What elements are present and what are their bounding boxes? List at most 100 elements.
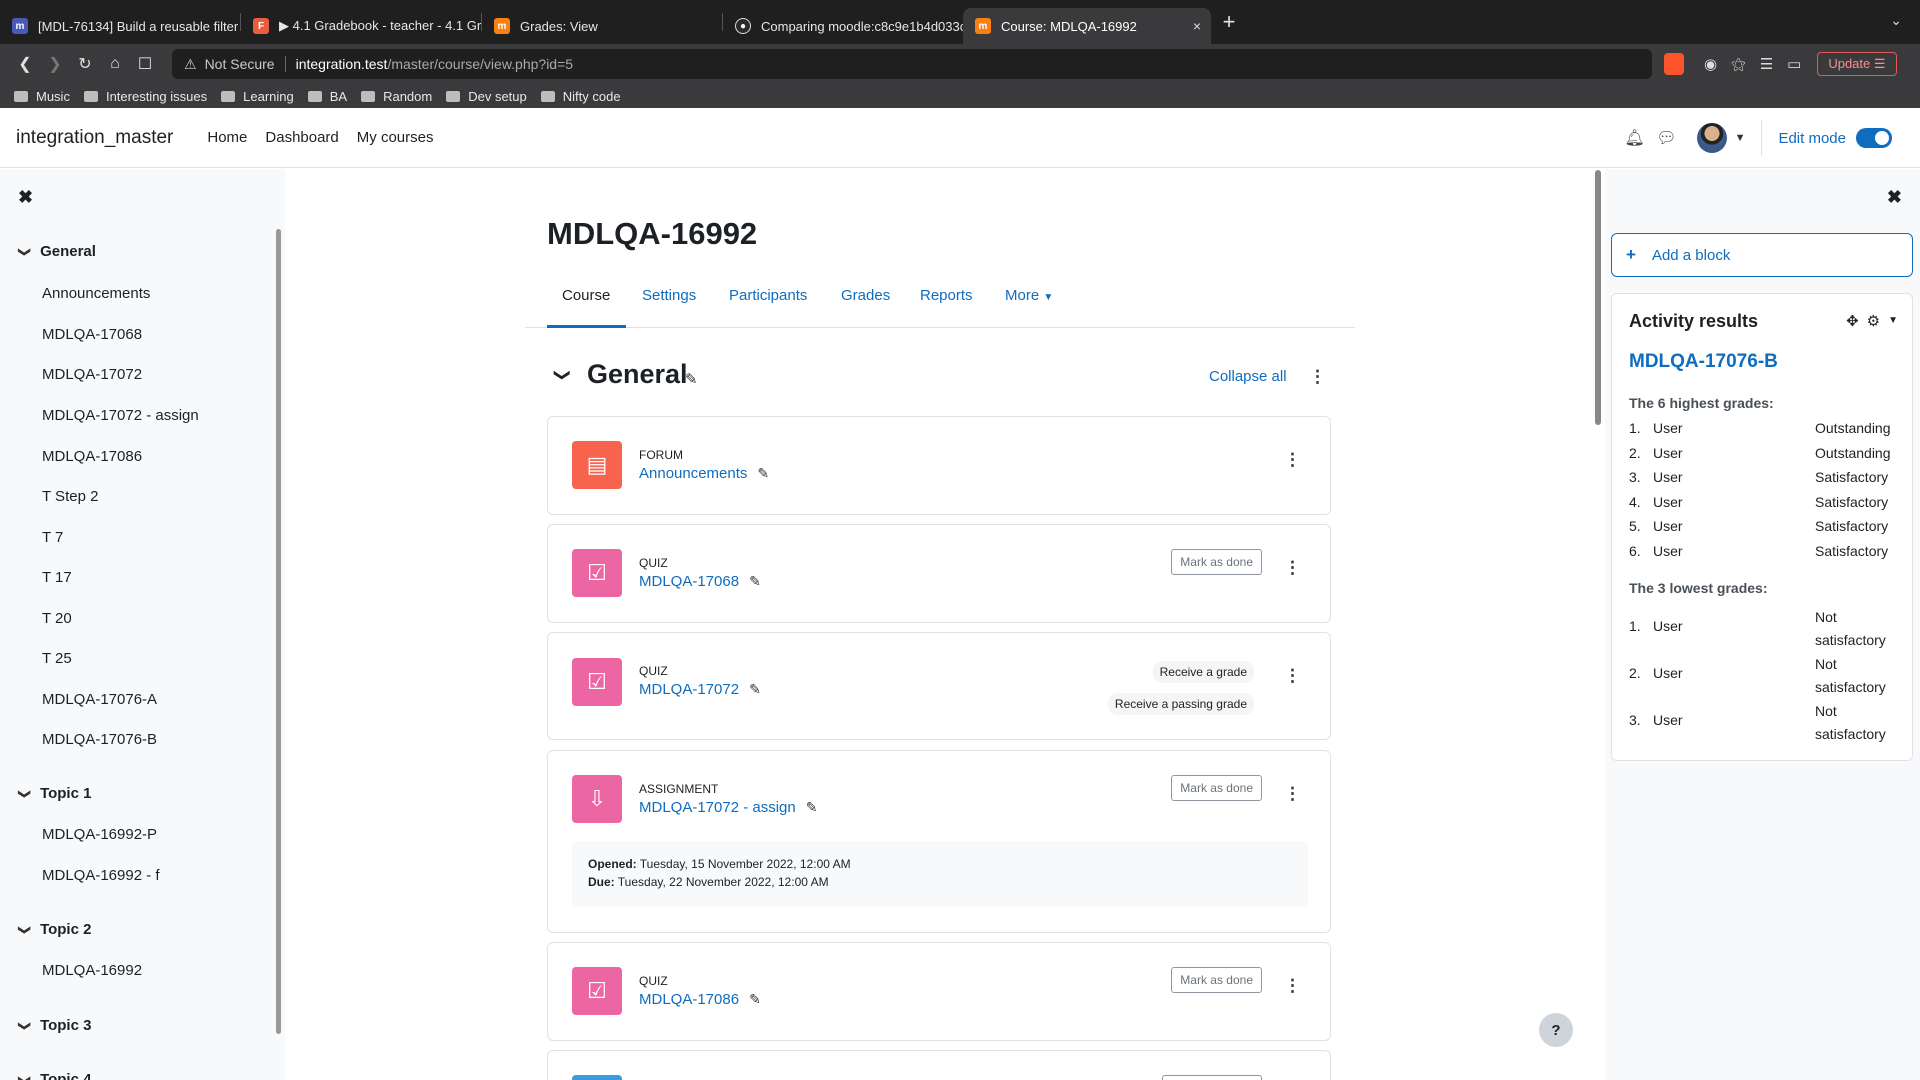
- add-block-button[interactable]: + Add a block: [1611, 233, 1913, 277]
- tab-course[interactable]: Course: [562, 287, 610, 304]
- bookmark-folder[interactable]: BA: [307, 89, 347, 104]
- bookmark-folder[interactable]: Dev setup: [446, 89, 527, 104]
- nav-home[interactable]: Home: [207, 129, 247, 146]
- activity-link[interactable]: MDLQA-17072 ✎: [639, 681, 761, 698]
- edit-pencil-icon[interactable]: ✎: [757, 465, 769, 482]
- index-item[interactable]: T 25: [42, 650, 72, 667]
- edit-mode-toggle[interactable]: [1856, 128, 1892, 148]
- edit-pencil-icon[interactable]: ✎: [806, 799, 818, 816]
- bookmark-folder[interactable]: Interesting issues: [83, 89, 207, 104]
- user-avatar[interactable]: [1696, 123, 1727, 153]
- bookmark-folder[interactable]: Learning: [221, 89, 294, 104]
- drawer-scrollbar[interactable]: [276, 229, 281, 1034]
- edit-pencil-icon[interactable]: ✎: [749, 573, 761, 590]
- collapse-all-link[interactable]: Collapse all: [1209, 368, 1287, 385]
- extensions-icon[interactable]: ⚝: [1731, 56, 1746, 73]
- activity-link[interactable]: MDLQA-17068 ✎: [639, 573, 761, 590]
- mark-as-done-button[interactable]: Mark as done: [1171, 775, 1262, 801]
- browser-tab-active[interactable]: m Course: MDLQA-16992 ×: [963, 8, 1211, 44]
- user-menu-chevron-icon[interactable]: ▼: [1735, 132, 1746, 144]
- bookmark-folder[interactable]: Nifty code: [540, 89, 621, 104]
- home-icon[interactable]: ⌂: [100, 49, 130, 79]
- index-item[interactable]: MDLQA-16992-P: [42, 826, 157, 843]
- chevron-down-icon[interactable]: ▼: [1888, 312, 1898, 330]
- index-item[interactable]: T 20: [42, 610, 72, 627]
- mark-as-done-button[interactable]: Mark as done: [1171, 967, 1262, 993]
- browser-tab[interactable]: m Grades: View: [482, 8, 722, 44]
- activity-actions-kebab-icon[interactable]: ⋮: [1284, 785, 1301, 802]
- index-item[interactable]: MDLQA-17068: [42, 326, 142, 343]
- index-section-topic-3[interactable]: ❯ Topic 3: [18, 1017, 91, 1034]
- move-icon[interactable]: ✥: [1846, 312, 1859, 330]
- index-item[interactable]: MDLQA-17072: [42, 366, 142, 383]
- gear-icon[interactable]: ⚙: [1867, 312, 1880, 330]
- chevron-down-icon[interactable]: ❯: [18, 1074, 32, 1080]
- nav-dashboard[interactable]: Dashboard: [265, 129, 338, 146]
- tab-participants[interactable]: Participants: [729, 287, 807, 304]
- close-tab-icon[interactable]: ×: [1193, 18, 1201, 34]
- activity-results-link[interactable]: MDLQA-17076-B: [1629, 351, 1778, 373]
- index-section-general[interactable]: ❯ General: [18, 243, 96, 260]
- url-field[interactable]: ⚠ Not Secure integration.test /master/co…: [172, 49, 1652, 79]
- index-item[interactable]: Announcements: [42, 285, 150, 302]
- index-item[interactable]: MDLQA-16992 - f: [42, 867, 160, 884]
- index-item[interactable]: MDLQA-16992: [42, 962, 142, 979]
- activity-actions-kebab-icon[interactable]: ⋮: [1284, 451, 1301, 468]
- index-section-topic-1[interactable]: ❯ Topic 1: [18, 785, 91, 802]
- index-item[interactable]: T 17: [42, 569, 72, 586]
- notifications-bell-icon[interactable]: 🔔︎: [1619, 128, 1651, 148]
- close-drawer-icon[interactable]: ✖: [1887, 187, 1902, 208]
- browser-tab[interactable]: ● Comparing moodle:c8c9e1b4d033c: [723, 8, 963, 44]
- activity-link[interactable]: MDLQA-17086 ✎: [639, 991, 761, 1008]
- new-tab-button[interactable]: +: [1211, 9, 1247, 35]
- activity-actions-kebab-icon[interactable]: ⋮: [1284, 667, 1301, 684]
- activity-link[interactable]: MDLQA-17072 - assign ✎: [639, 799, 817, 816]
- browser-tab[interactable]: F ▶ 4.1 Gradebook - teacher - 4.1 Gra: [241, 8, 481, 44]
- nav-my-courses[interactable]: My courses: [357, 129, 434, 146]
- index-section-topic-4[interactable]: ❯ Topic 4: [18, 1071, 91, 1080]
- chevron-down-icon[interactable]: ❯: [18, 924, 32, 934]
- index-item[interactable]: T Step 2: [42, 488, 98, 505]
- playlist-icon[interactable]: ☰: [1760, 55, 1773, 73]
- index-item[interactable]: MDLQA-17072 - assign: [42, 407, 199, 424]
- tab-search-chevron-icon[interactable]: ⌄: [1890, 12, 1902, 29]
- tab-more[interactable]: More ▼: [1005, 287, 1053, 304]
- mark-as-done-button[interactable]: Mark as done: [1171, 549, 1262, 575]
- reload-icon[interactable]: ↻: [70, 49, 100, 79]
- edit-mode-label[interactable]: Edit mode: [1778, 130, 1846, 147]
- tab-grades[interactable]: Grades: [841, 287, 890, 304]
- section-actions-kebab-icon[interactable]: ⋮: [1309, 368, 1326, 385]
- bookmark-icon[interactable]: ☐: [130, 49, 160, 79]
- activity-actions-kebab-icon[interactable]: ⋮: [1284, 977, 1301, 994]
- index-item[interactable]: T 7: [42, 529, 63, 546]
- index-item[interactable]: MDLQA-17086: [42, 448, 142, 465]
- bookmark-folder[interactable]: Random: [361, 89, 432, 104]
- edit-pencil-icon[interactable]: ✎: [749, 991, 761, 1008]
- index-item[interactable]: MDLQA-17076-A: [42, 691, 157, 708]
- wallet-icon[interactable]: ▭: [1787, 55, 1801, 73]
- edit-pencil-icon[interactable]: ✎: [685, 370, 698, 388]
- messages-chat-icon[interactable]: 💬︎: [1651, 128, 1683, 148]
- close-drawer-icon[interactable]: ✖: [18, 187, 33, 208]
- page-scrollbar[interactable]: [1595, 170, 1601, 425]
- index-section-topic-2[interactable]: ❯ Topic 2: [18, 921, 91, 938]
- translate-icon[interactable]: ◉: [1704, 55, 1717, 73]
- brave-shield-icon[interactable]: [1664, 53, 1684, 75]
- activity-actions-kebab-icon[interactable]: ⋮: [1284, 559, 1301, 576]
- tab-reports[interactable]: Reports: [920, 287, 973, 304]
- mark-as-done-button[interactable]: [1162, 1075, 1262, 1080]
- edit-pencil-icon[interactable]: ✎: [749, 681, 761, 698]
- site-brand[interactable]: integration_master: [16, 127, 173, 149]
- bookmark-folder[interactable]: Music: [14, 89, 70, 104]
- tab-settings[interactable]: Settings: [642, 287, 696, 304]
- browser-tab[interactable]: m [MDL-76134] Build a reusable filter: [0, 8, 240, 44]
- chevron-down-icon[interactable]: ❯: [18, 246, 32, 256]
- back-icon[interactable]: ❮: [10, 49, 40, 79]
- help-button[interactable]: ?: [1539, 1013, 1573, 1047]
- chevron-down-icon[interactable]: ❯: [18, 788, 32, 798]
- forward-icon[interactable]: ❯: [40, 49, 70, 79]
- activity-link[interactable]: Announcements ✎: [639, 465, 769, 482]
- section-collapse-chevron-icon[interactable]: ❯: [553, 368, 573, 381]
- index-item[interactable]: MDLQA-17076-B: [42, 731, 157, 748]
- update-button[interactable]: Update ☰: [1817, 52, 1897, 76]
